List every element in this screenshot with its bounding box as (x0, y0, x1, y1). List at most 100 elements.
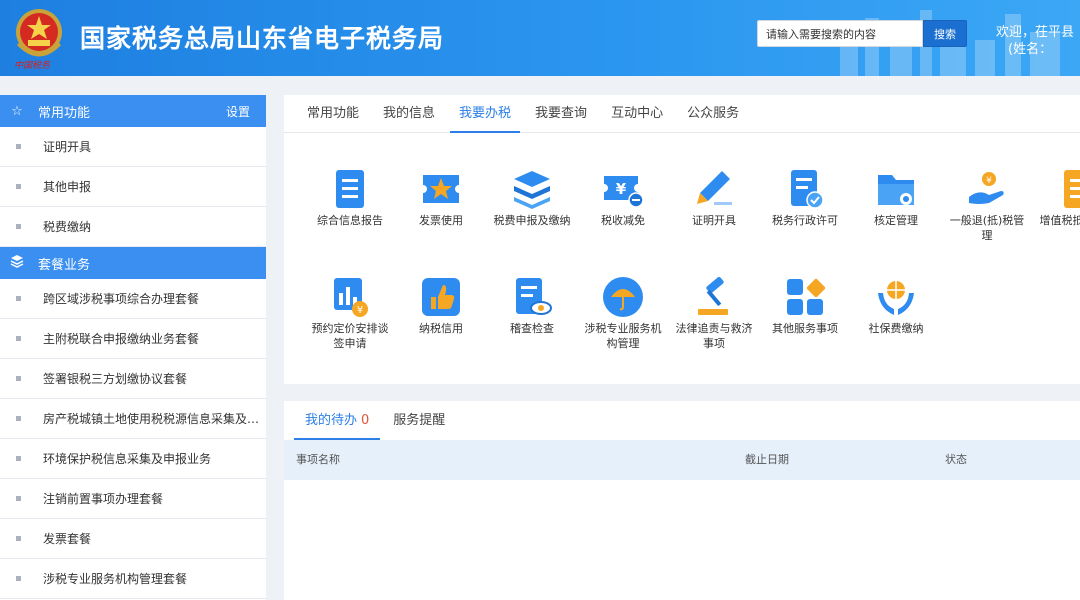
service-label: 纳税信用 (419, 322, 463, 335)
bullet-icon (16, 336, 21, 341)
service-declare-pay[interactable]: 税费申报及缴纳 (492, 167, 572, 228)
sidebar-item[interactable]: 环境保护税信息采集及申报业务 (0, 439, 266, 479)
gavel-icon (692, 275, 736, 319)
search-button[interactable]: 搜索 (923, 20, 967, 47)
service-social-security[interactable]: 社保费缴纳 (856, 275, 936, 336)
folder-icon (874, 167, 918, 211)
sidebar-item[interactable]: 证明开具 (0, 127, 266, 167)
bullet-icon (16, 376, 21, 381)
svg-text:¥: ¥ (357, 305, 363, 316)
main-tabs: 常用功能 我的信息 我要办税 我要查询 互动中心 公众服务 (284, 95, 1080, 133)
sidebar-item[interactable]: 房产税城镇土地使用税税源信息采集及申... (0, 399, 266, 439)
sidebar-item[interactable]: 注销前置事项办理套餐 (0, 479, 266, 519)
service-admin-license[interactable]: 税务行政许可 (765, 167, 845, 228)
sidebar-common-title: 常用功能 (38, 105, 91, 121)
service-label: 预约定价安排谈签申请 (311, 322, 389, 350)
receipt-icon (1056, 167, 1080, 211)
service-vat-deduction[interactable]: 增值税抵扣凭证 (1038, 167, 1080, 228)
globe-hands-icon (874, 275, 918, 319)
service-tax-relief[interactable]: ¥ 税收减免 (583, 167, 663, 228)
service-label: 增值税抵扣凭证 (1039, 214, 1080, 227)
service-pricing-arrangement[interactable]: ¥ 预约定价安排谈签申请 (310, 275, 390, 351)
svg-text:¥: ¥ (986, 176, 992, 186)
service-label: 综合信息报告 (317, 214, 383, 227)
bullet-icon (16, 496, 21, 501)
todo-table-header: 事项名称 截止日期 状态 (284, 440, 1080, 480)
sidebar-item[interactable]: 发票套餐 (0, 519, 266, 559)
sidebar-item[interactable]: 税费缴纳 (0, 207, 266, 247)
tab-tax-handling[interactable]: 我要办税 (450, 95, 521, 133)
tab-query[interactable]: 我要查询 (526, 95, 596, 132)
tab-common[interactable]: 常用功能 (298, 95, 368, 132)
bullet-icon (16, 224, 21, 229)
emblem-caption: 中国税务 (14, 61, 51, 71)
sidebar-item[interactable]: 跨区域涉税事项综合办理套餐 (0, 279, 266, 319)
service-agency-management[interactable]: 涉税专业服务机构管理 (583, 275, 663, 351)
column-header-deadline: 截止日期 (745, 453, 789, 466)
chart-yuan-icon: ¥ (328, 275, 372, 319)
service-other[interactable]: 其他服务事项 (765, 275, 845, 336)
bullet-icon (16, 296, 21, 301)
service-comprehensive-report[interactable]: 综合信息报告 (310, 167, 390, 228)
service-label: 核定管理 (874, 214, 918, 227)
service-legal-remedy[interactable]: 法律追责与救济事项 (674, 275, 754, 351)
svg-text:¥: ¥ (616, 180, 627, 198)
welcome-greeting: 欢迎，茌平县 (996, 25, 1075, 40)
sidebar-item-label: 跨区域涉税事项综合办理套餐 (43, 292, 200, 306)
sidebar-item[interactable]: 主附税联合申报缴纳业务套餐 (0, 319, 266, 359)
sidebar-item-label: 税费缴纳 (43, 220, 92, 234)
site-title: 国家税务总局山东省电子税务局 (80, 24, 445, 53)
service-label: 税收减免 (601, 214, 645, 227)
welcome-text: 欢迎，茌平县 (姓名： (996, 24, 1074, 58)
tab-public-service[interactable]: 公众服务 (678, 95, 748, 132)
sidebar-item-label: 涉税专业服务机构管理套餐 (43, 572, 188, 586)
todo-panel: 我的待办 0 服务提醒 事项名称 截止日期 状态 (284, 401, 1080, 600)
sidebar-item[interactable]: 其他申报 (0, 167, 266, 207)
service-label: 税费申报及缴纳 (493, 214, 571, 227)
sidebar-header-packages[interactable]: 套餐业务 (0, 247, 266, 279)
todo-count-badge: 0 (361, 413, 370, 428)
sidebar-item[interactable]: 涉税专业服务机构管理套餐 (0, 559, 266, 599)
bullet-icon (16, 416, 21, 421)
service-label: 稽查检查 (510, 322, 554, 335)
service-invoice-use[interactable]: 发票使用 (401, 167, 481, 228)
service-label: 涉税专业服务机构管理 (584, 322, 662, 350)
column-header-status: 状态 (945, 453, 967, 466)
tab-service-reminder[interactable]: 服务提醒 (382, 401, 456, 440)
sidebar-item[interactable]: 签署银税三方划缴协议套餐 (0, 359, 266, 399)
sidebar-item-label: 注销前置事项办理套餐 (43, 492, 164, 506)
service-label: 发票使用 (419, 214, 463, 227)
sidebar-item-label: 签署银税三方划缴协议套餐 (43, 372, 188, 386)
star-icon: ☆ (11, 103, 23, 119)
sidebar-packages-title: 套餐业务 (38, 257, 91, 273)
inspect-icon (510, 275, 554, 319)
sidebar-item-label: 其他申报 (43, 180, 92, 194)
sidebar-header-common[interactable]: ☆ 常用功能 设置 (0, 95, 266, 127)
bullet-icon (16, 184, 21, 189)
service-tax-refund[interactable]: ¥ 一般退(抵)税管理 (947, 167, 1027, 243)
service-label: 一般退(抵)税管理 (949, 214, 1025, 242)
document-icon (328, 167, 372, 211)
tab-my-info[interactable]: 我的信息 (374, 95, 444, 132)
tab-my-todo[interactable]: 我的待办 0 (294, 401, 381, 440)
umbrella-icon (601, 275, 645, 319)
service-label: 税务行政许可 (772, 214, 838, 227)
service-certificate[interactable]: 证明开具 (674, 167, 754, 228)
sidebar: ☆ 常用功能 设置 证明开具 其他申报 税费缴纳 套餐业务 跨区域涉税事项综合办… (0, 95, 266, 600)
sidebar-item-label: 证明开具 (43, 140, 92, 154)
tab-interaction[interactable]: 互动中心 (602, 95, 672, 132)
service-label: 其他服务事项 (772, 322, 838, 335)
sidebar-item-label: 主附税联合申报缴纳业务套餐 (43, 332, 200, 346)
user-name-label: (姓名： (1008, 42, 1053, 57)
services-panel: 常用功能 我的信息 我要办税 我要查询 互动中心 公众服务 综合信息报告 发票使… (284, 95, 1080, 384)
settings-link[interactable]: 设置 (226, 103, 250, 120)
ticket-star-icon (419, 167, 463, 211)
column-header-item-name: 事项名称 (296, 453, 340, 466)
layers-icon (8, 254, 26, 272)
search-input[interactable]: 请输入需要搜索的内容 (757, 20, 923, 47)
approved-doc-icon (783, 167, 827, 211)
service-tax-credit[interactable]: 纳税信用 (401, 275, 481, 336)
bullet-icon (16, 576, 21, 581)
service-inspection[interactable]: 稽查检查 (492, 275, 572, 336)
service-assessment[interactable]: 核定管理 (856, 167, 936, 228)
